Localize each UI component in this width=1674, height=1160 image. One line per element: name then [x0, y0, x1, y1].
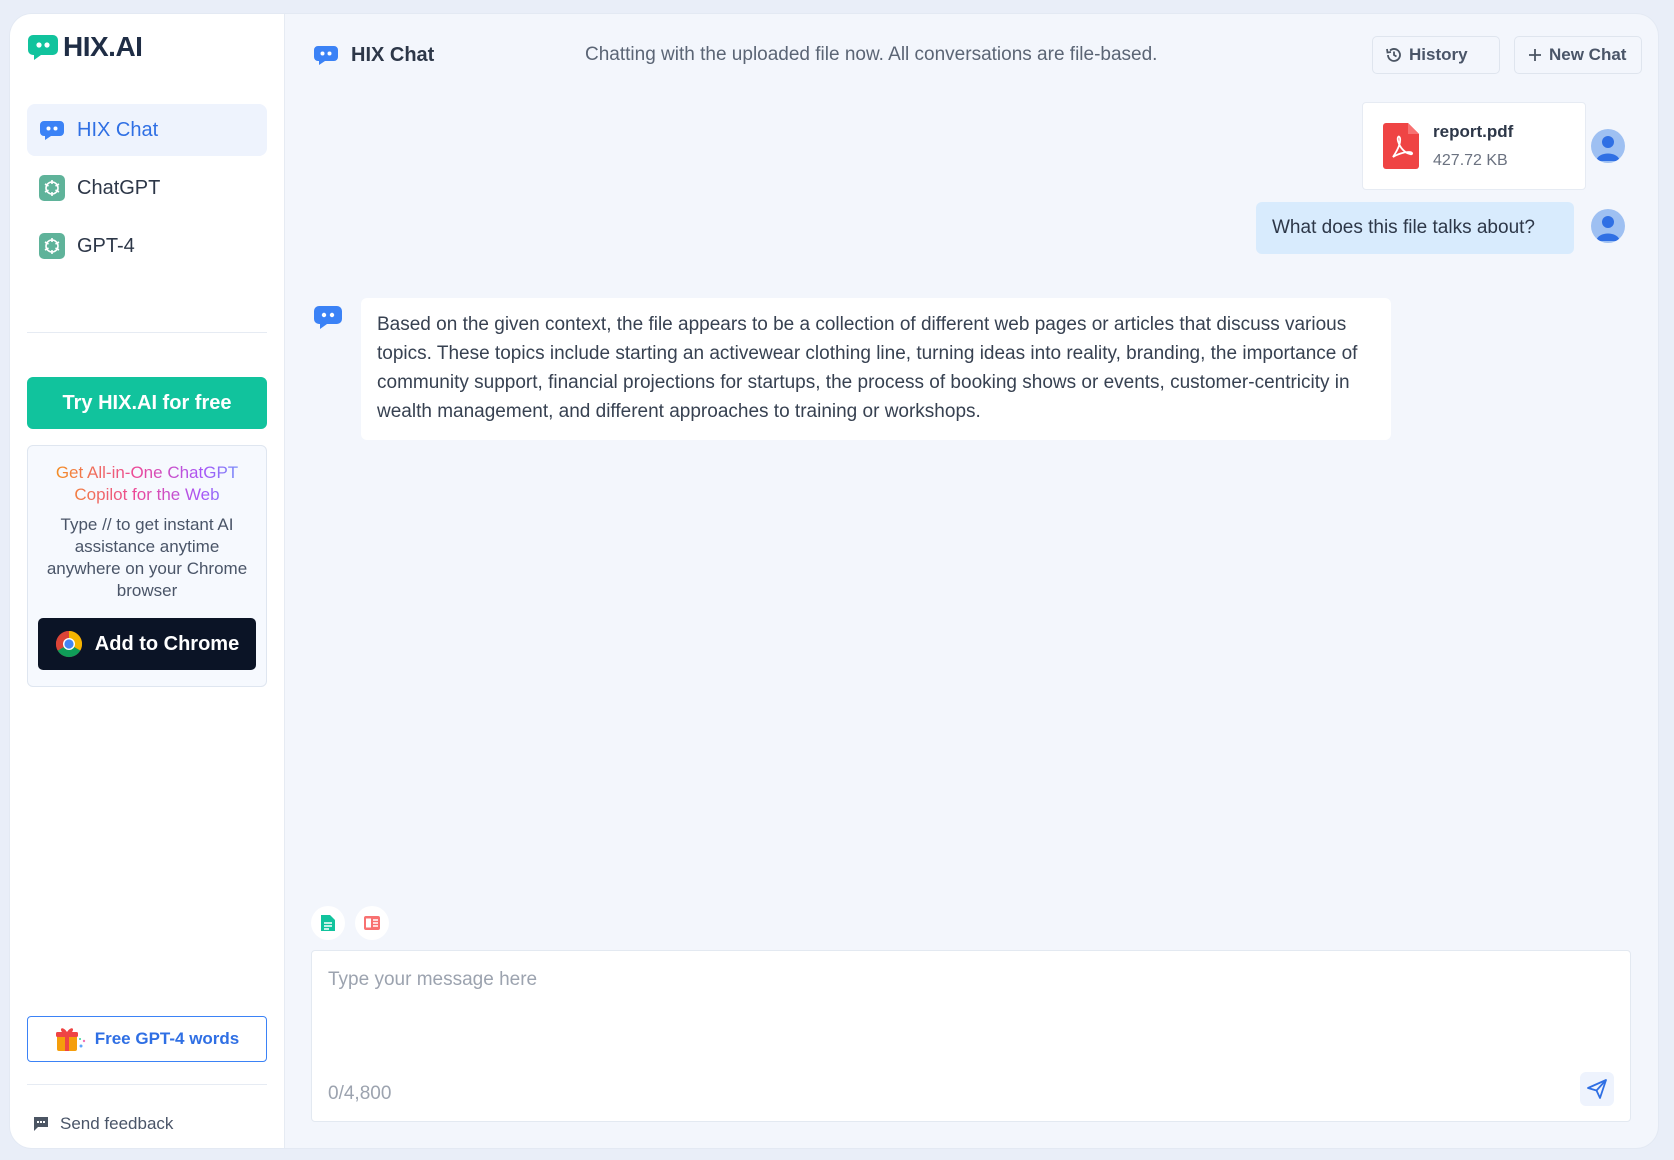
- chat-title: HIX Chat: [313, 42, 434, 68]
- user-message: What does this file talks about?: [1256, 202, 1574, 254]
- history-button[interactable]: History: [1372, 36, 1500, 74]
- reader-tool-button[interactable]: [355, 906, 389, 940]
- chat-main: HIX Chat Chatting with the uploaded file…: [285, 14, 1658, 1148]
- history-icon: [1386, 48, 1401, 62]
- send-feedback-link[interactable]: Send feedback: [32, 1114, 173, 1134]
- document-tool-button[interactable]: [311, 906, 345, 940]
- plus-icon: [1529, 49, 1541, 61]
- sidebar-item-gpt-4[interactable]: GPT-4: [27, 220, 267, 272]
- sidebar-item-label: GPT-4: [77, 234, 135, 257]
- character-counter: 0/4,800: [328, 1083, 392, 1104]
- feedback-icon: [34, 1117, 48, 1131]
- try-free-button[interactable]: Try HIX.AI for free: [27, 377, 267, 429]
- chrome-extension-promo: Get All-in-One ChatGPT Copilot for the W…: [27, 445, 267, 687]
- file-name: report.pdf: [1433, 122, 1514, 141]
- sidebar-item-hix-chat[interactable]: HIX Chat: [27, 104, 267, 156]
- sidebar-divider: [27, 332, 267, 333]
- send-icon: [1587, 1079, 1607, 1099]
- document-icon: [321, 915, 335, 931]
- promo-description: Type // to get instant AI assistance any…: [46, 515, 248, 600]
- sidebar-item-label: ChatGPT: [77, 176, 161, 199]
- assistant-message: Based on the given context, the file app…: [361, 298, 1391, 440]
- user-avatar: [1591, 209, 1625, 243]
- user-icon: [1596, 136, 1620, 161]
- message-input[interactable]: [328, 969, 1608, 1049]
- user-avatar: [1591, 129, 1625, 163]
- sidebar-item-label: HIX Chat: [77, 118, 159, 141]
- hix-chat-icon: [314, 46, 338, 65]
- sidebar-nav: HIX Chat ChatGPT GPT-4: [27, 104, 267, 272]
- hix-chat-icon: [39, 117, 65, 143]
- user-icon: [1596, 216, 1620, 241]
- openai-icon: [39, 175, 65, 201]
- hix-bot-avatar-icon: [314, 306, 342, 329]
- sidebar: HIX.AI HIX Chat ChatGPT GPT-4 Try HIX.AI…: [10, 14, 285, 1148]
- chrome-icon: [55, 630, 82, 658]
- brand[interactable]: HIX.AI: [27, 30, 267, 64]
- file-size: 427.72 KB: [1433, 152, 1508, 169]
- chat-header: HIX Chat Chatting with the uploaded file…: [285, 14, 1658, 94]
- file-mode-notice: Chatting with the uploaded file now. All…: [585, 44, 1158, 65]
- send-button[interactable]: [1580, 1072, 1614, 1106]
- pdf-icon: [1383, 123, 1419, 169]
- book-icon: [364, 916, 380, 930]
- hix-logo-icon: [28, 35, 58, 60]
- sidebar-item-chatgpt[interactable]: ChatGPT: [27, 162, 267, 214]
- free-gpt4-words-button[interactable]: Free GPT-4 words: [27, 1016, 267, 1062]
- gift-icon: [55, 1028, 85, 1051]
- new-chat-button[interactable]: New Chat: [1514, 36, 1642, 74]
- sidebar-divider: [27, 1084, 267, 1085]
- openai-icon: [39, 233, 65, 259]
- promo-title: Get All-in-One ChatGPT Copilot for the W…: [38, 462, 256, 506]
- add-to-chrome-button[interactable]: Add to Chrome: [38, 618, 256, 670]
- brand-name: HIX.AI: [63, 31, 143, 62]
- uploaded-file-card[interactable]: report.pdf 427.72 KB: [1362, 102, 1586, 190]
- message-composer: 0/4,800: [311, 950, 1631, 1122]
- file-info: report.pdf 427.72 KB: [1433, 122, 1513, 170]
- app-window: HIX.AI HIX Chat ChatGPT GPT-4 Try HIX.AI…: [10, 14, 1658, 1148]
